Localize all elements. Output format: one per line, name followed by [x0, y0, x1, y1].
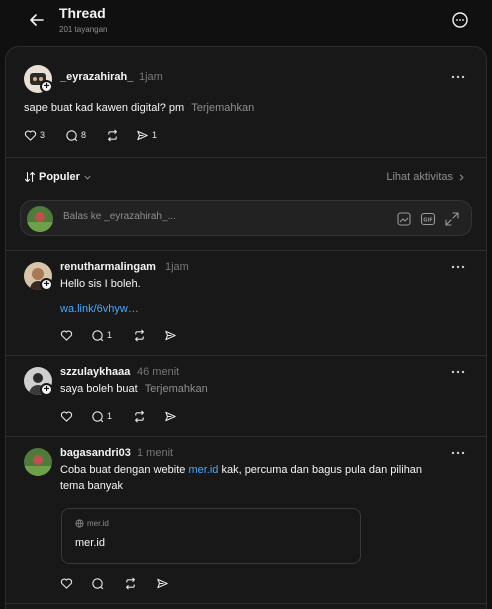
- repost-icon: [135, 329, 144, 341]
- post-body: sape buat kad kawen digital? pm: [24, 102, 185, 114]
- reply-time: 46 menit: [137, 366, 180, 378]
- follow-plus-icon[interactable]: +: [40, 278, 53, 291]
- repost-button[interactable]: [133, 408, 146, 424]
- image-icon[interactable]: [396, 211, 412, 227]
- like-count: 3: [40, 130, 46, 140]
- heart-icon: [60, 578, 73, 589]
- more-circle-icon[interactable]: [451, 11, 469, 29]
- repost-icon: [126, 577, 135, 589]
- inline-link[interactable]: mer.id: [188, 464, 218, 476]
- expand-icon[interactable]: [444, 211, 460, 227]
- comment-count: 1: [107, 330, 113, 340]
- reply-username[interactable]: bagasandri03: [60, 447, 131, 459]
- chevron-down-icon: [84, 175, 91, 180]
- share-button[interactable]: [164, 327, 177, 343]
- share-button[interactable]: [156, 575, 169, 591]
- back-arrow-icon: [30, 14, 44, 26]
- divider: [6, 157, 486, 158]
- sort-dropdown[interactable]: Populer: [24, 171, 92, 183]
- comment-icon: [92, 329, 104, 341]
- globe-icon: [75, 519, 84, 528]
- translate-link[interactable]: Terjemahkan: [145, 383, 208, 395]
- reply-link[interactable]: wa.link/6vhyw…: [60, 301, 139, 317]
- share-button[interactable]: [164, 408, 177, 424]
- view-count: 201 tayangan: [59, 25, 108, 34]
- gif-icon[interactable]: GIF: [420, 211, 436, 227]
- reply-input[interactable]: Balas ke _eyrazahirah_... GIF: [20, 200, 472, 236]
- reply-body-end: kak, percuma dan bagus pula dan pilihan: [218, 464, 423, 476]
- view-activity-link[interactable]: Lihat aktivitas: [386, 171, 466, 183]
- divider: [6, 250, 486, 251]
- activity-label: Lihat aktivitas: [386, 171, 453, 183]
- thread-panel: + _eyrazahirah_ 1jam sape buat kad kawen…: [5, 46, 487, 609]
- repost-button[interactable]: [106, 127, 119, 143]
- card-title: mer.id: [75, 537, 105, 549]
- card-domain: mer.id: [75, 519, 109, 528]
- more-dots-icon[interactable]: [450, 69, 466, 85]
- share-icon: [137, 130, 148, 140]
- divider: [6, 436, 486, 437]
- comment-count: 8: [81, 130, 87, 140]
- reply-body-start: Coba buat dengan webite: [60, 464, 189, 476]
- divider: [6, 603, 486, 604]
- reply-body: saya boleh buat: [60, 383, 138, 395]
- more-dots-icon[interactable]: [450, 364, 466, 380]
- follow-plus-icon[interactable]: +: [40, 80, 53, 93]
- share-icon: [165, 411, 176, 421]
- svg-text:GIF: GIF: [423, 217, 432, 223]
- page-title: Thread: [59, 5, 106, 21]
- comment-count: 1: [107, 411, 113, 421]
- reply-username[interactable]: szzulaykhaaa: [60, 366, 130, 378]
- comment-icon: [92, 410, 104, 422]
- repost-icon: [135, 410, 144, 422]
- reply-body-line2: tema banyak: [60, 480, 123, 492]
- more-dots-icon[interactable]: [450, 259, 466, 275]
- post-time: 1jam: [139, 71, 163, 83]
- avatar[interactable]: [24, 448, 52, 476]
- post-username[interactable]: _eyrazahirah_: [60, 71, 133, 83]
- link-preview-card[interactable]: mer.id mer.id: [61, 508, 361, 564]
- top-bar: Thread 201 tayangan: [0, 0, 492, 46]
- comment-icon: [92, 577, 104, 589]
- card-domain-text: mer.id: [87, 519, 109, 528]
- reply-username[interactable]: renutharmalingam: [60, 261, 156, 273]
- more-dots-icon[interactable]: [450, 445, 466, 461]
- share-button[interactable]: 1: [136, 127, 157, 143]
- repost-icon: [108, 129, 117, 141]
- reply-time: 1 menit: [137, 447, 174, 459]
- like-button[interactable]: [60, 408, 73, 424]
- translate-link[interactable]: Terjemahkan: [191, 102, 254, 114]
- repost-button[interactable]: [124, 575, 137, 591]
- sort-icon: [24, 171, 36, 183]
- reply-text: Hello sis I boleh.: [60, 278, 141, 290]
- share-icon: [157, 578, 168, 588]
- repost-button[interactable]: [133, 327, 146, 343]
- sort-label: Populer: [39, 171, 80, 183]
- reply-placeholder: Balas ke _eyrazahirah_...: [63, 211, 176, 222]
- like-button[interactable]: 3: [24, 127, 45, 143]
- back-button[interactable]: [27, 10, 47, 30]
- reply-text: saya boleh buat Terjemahkan: [60, 381, 208, 397]
- comment-button[interactable]: 1: [91, 408, 112, 424]
- heart-icon: [60, 411, 73, 422]
- divider: [6, 355, 486, 356]
- heart-icon: [60, 330, 73, 341]
- reply-text: Coba buat dengan webite mer.id kak, perc…: [60, 462, 455, 494]
- post-text: sape buat kad kawen digital? pm Terjemah…: [24, 100, 254, 116]
- comment-icon: [66, 129, 78, 141]
- comment-button[interactable]: 8: [65, 127, 86, 143]
- follow-plus-icon[interactable]: +: [40, 383, 53, 396]
- share-icon: [165, 330, 176, 340]
- like-button[interactable]: [60, 575, 73, 591]
- avatar: [27, 206, 53, 232]
- comment-button[interactable]: 1: [91, 327, 112, 343]
- reply-time: 1jam: [165, 261, 189, 273]
- chevron-right-icon: [459, 173, 464, 181]
- like-button[interactable]: [60, 327, 73, 343]
- heart-icon: [24, 130, 37, 141]
- share-count: 1: [152, 130, 158, 140]
- comment-button[interactable]: [91, 575, 104, 591]
